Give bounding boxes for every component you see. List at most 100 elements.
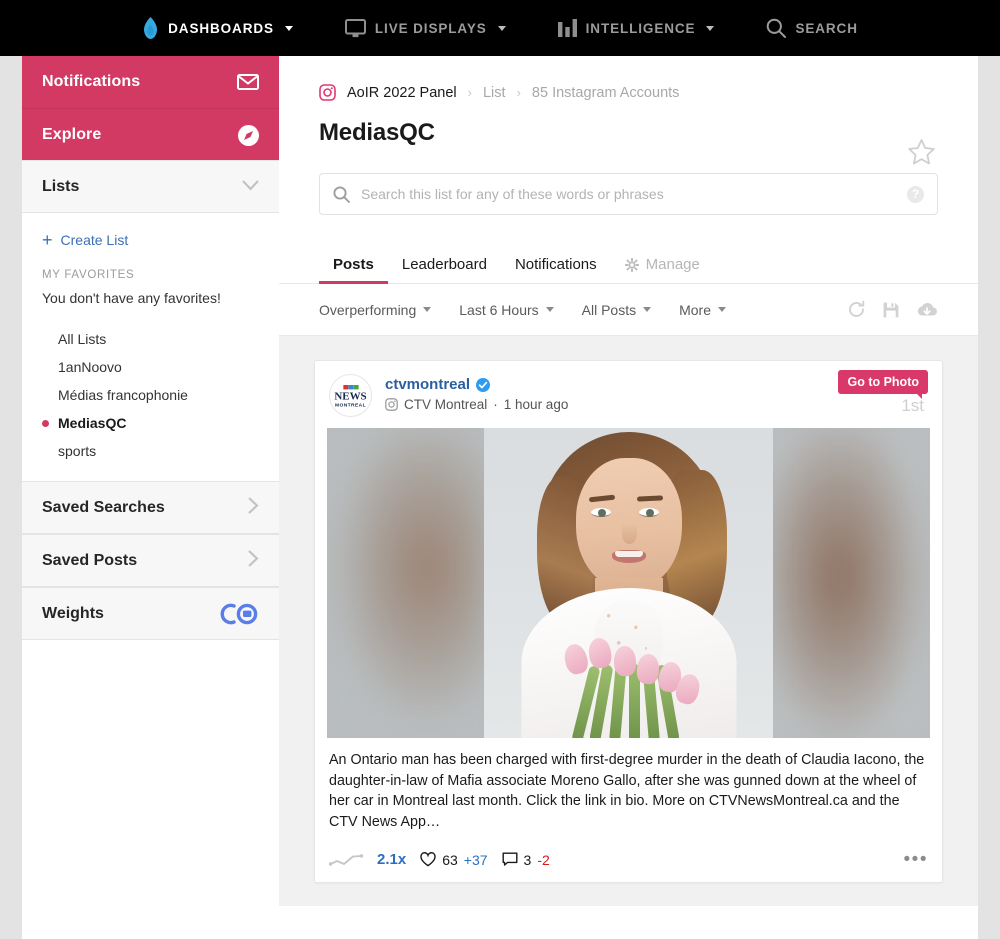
tab-label-leaderboard: Leaderboard xyxy=(401,256,487,273)
verified-badge-icon xyxy=(476,377,491,392)
ellipsis-icon[interactable]: ••• xyxy=(904,850,928,869)
instagram-icon xyxy=(319,84,336,101)
chevron-down-icon xyxy=(284,25,293,31)
list-item-all-lists[interactable]: All Lists xyxy=(42,325,259,353)
post-rank-badge: 1st xyxy=(901,396,924,415)
list-item-mediasqc[interactable]: MediasQC xyxy=(42,409,259,437)
likes-metric: 63 +37 xyxy=(420,851,488,868)
comments-delta: -2 xyxy=(537,851,550,868)
post-image-blur-left xyxy=(327,428,492,738)
avatar[interactable]: NEWS MONTREAL xyxy=(329,374,372,417)
nav-item-dashboards[interactable]: DASHBOARDS xyxy=(116,0,319,56)
filter-label-overperforming: Overperforming xyxy=(319,301,417,318)
list-item-1annoovo[interactable]: 1anNoovo xyxy=(42,353,259,381)
filter-label-more: More xyxy=(679,301,712,318)
filter-post-type[interactable]: All Posts xyxy=(582,302,652,318)
top-navigation-bar: DASHBOARDS LIVE DISPLAYS INTELLIGENCE SE… xyxy=(0,0,1000,56)
breadcrumb-item-list[interactable]: List xyxy=(483,85,506,101)
svg-text:MONTREAL: MONTREAL xyxy=(335,402,366,408)
comments-metric: 3 -2 xyxy=(502,852,550,868)
tab-label-posts: Posts xyxy=(333,256,374,273)
create-list-button[interactable]: + Create List xyxy=(42,231,259,249)
tab-leaderboard[interactable]: Leaderboard xyxy=(388,256,501,283)
chevron-down-icon xyxy=(706,25,715,31)
plus-icon: + xyxy=(42,230,53,250)
breadcrumb-item-accounts[interactable]: 85 Instagram Accounts xyxy=(532,85,680,101)
chevron-down-icon xyxy=(643,307,652,312)
compass-icon xyxy=(237,124,259,146)
sidebar-section-saved-searches[interactable]: Saved Searches xyxy=(22,481,279,534)
refresh-icon[interactable] xyxy=(847,300,866,319)
post-author-block: ctvmontreal CTV Montreal · 1 hour ago xyxy=(385,374,568,412)
lists-panel: + Create List MY FAVORITES You don't hav… xyxy=(22,213,279,481)
post-metrics-bar: 2.1x 63 +37 3 -2 ••• xyxy=(315,842,942,882)
filter-timeframe[interactable]: Last 6 Hours xyxy=(459,301,554,318)
chevron-down-icon xyxy=(423,307,432,312)
nav-item-live-displays[interactable]: LIVE DISPLAYS xyxy=(319,0,532,56)
sidebar-item-notifications[interactable]: Notifications xyxy=(22,56,279,108)
selected-dot-icon xyxy=(42,419,49,427)
search-icon xyxy=(333,185,350,203)
bar-chart-icon xyxy=(557,19,577,37)
nav-label-intelligence: INTELLIGENCE xyxy=(585,20,696,36)
breadcrumb: AoIR 2022 Panel › List › 85 Instagram Ac… xyxy=(319,84,938,101)
tab-manage[interactable]: Manage xyxy=(611,256,714,283)
crowdtangle-co-icon xyxy=(219,602,259,626)
breadcrumb-item-panel[interactable]: AoIR 2022 Panel xyxy=(347,85,457,101)
monitor-icon xyxy=(344,18,366,38)
sidebar-section-lists[interactable]: Lists xyxy=(22,160,279,213)
filter-more[interactable]: More xyxy=(679,301,727,318)
favorite-star-button[interactable] xyxy=(907,138,936,172)
chevron-down-icon xyxy=(545,307,554,312)
post-image[interactable] xyxy=(327,428,930,738)
post-image-subject xyxy=(484,428,773,738)
list-item-medias-francophonie[interactable]: Médias francophonie xyxy=(42,381,259,409)
question-mark-icon[interactable]: ? xyxy=(907,185,924,203)
list-item-label: Médias francophonie xyxy=(58,387,188,403)
tab-bar: Posts Leaderboard Notifications Manage xyxy=(279,245,978,284)
go-to-photo-button[interactable]: Go to Photo xyxy=(838,370,928,399)
flame-icon xyxy=(142,17,159,39)
nav-label-live-displays: LIVE DISPLAYS xyxy=(374,20,487,36)
sidebar-label-lists: Lists xyxy=(42,177,80,195)
search-icon xyxy=(766,18,787,38)
tab-posts[interactable]: Posts xyxy=(319,256,388,284)
sidebar-section-saved-posts[interactable]: Saved Posts xyxy=(22,534,279,587)
nav-label-search: SEARCH xyxy=(795,20,858,36)
sidebar-label-saved-searches: Saved Searches xyxy=(42,498,165,516)
list-item-sports[interactable]: sports xyxy=(42,437,259,465)
tab-label-notifications: Notifications xyxy=(514,256,597,273)
post-timestamp: 1 hour ago xyxy=(503,397,569,412)
posts-feed: Go to Photo 1st NEWS MONTREAL ctvmontrea… xyxy=(279,336,978,906)
save-icon[interactable] xyxy=(882,301,900,319)
main-panel: AoIR 2022 Panel › List › 85 Instagram Ac… xyxy=(279,56,978,939)
sidebar-section-weights[interactable]: Weights xyxy=(22,587,279,640)
nav-item-search[interactable]: SEARCH xyxy=(740,0,883,56)
nav-item-intelligence[interactable]: INTELLIGENCE xyxy=(532,0,741,56)
tab-notifications[interactable]: Notifications xyxy=(501,256,611,283)
filter-overperforming[interactable]: Overperforming xyxy=(319,301,432,318)
post-author-handle[interactable]: ctvmontreal xyxy=(385,376,470,393)
left-sidebar: Notifications Explore Lists + Create Lis… xyxy=(22,56,279,939)
sparkline-icon xyxy=(329,853,363,867)
my-favorites-header: MY FAVORITES xyxy=(42,269,135,281)
comment-icon xyxy=(502,852,518,867)
svg-text:NEWS: NEWS xyxy=(334,390,366,402)
list-item-label: MediasQC xyxy=(58,415,127,431)
sidebar-item-explore[interactable]: Explore xyxy=(22,108,279,160)
sidebar-label-saved-posts: Saved Posts xyxy=(42,551,138,569)
list-item-label: All Lists xyxy=(58,331,107,347)
sidebar-label-weights: Weights xyxy=(42,604,104,622)
likes-count: 63 xyxy=(442,851,458,868)
instagram-icon xyxy=(385,398,398,411)
post-source-name: CTV Montreal xyxy=(404,397,488,412)
search-input[interactable] xyxy=(361,186,907,202)
search-box[interactable]: ? xyxy=(319,173,938,215)
post-text: An Ontario man has been charged with fir… xyxy=(329,752,925,830)
likes-delta: +37 xyxy=(463,851,488,868)
filter-label-timeframe: Last 6 Hours xyxy=(459,301,539,318)
page-title: MediasQC xyxy=(319,119,435,146)
download-cloud-icon[interactable] xyxy=(916,301,938,318)
list-item-label: 1anNoovo xyxy=(58,359,122,375)
app-root: DASHBOARDS LIVE DISPLAYS INTELLIGENCE SE… xyxy=(0,0,1000,939)
